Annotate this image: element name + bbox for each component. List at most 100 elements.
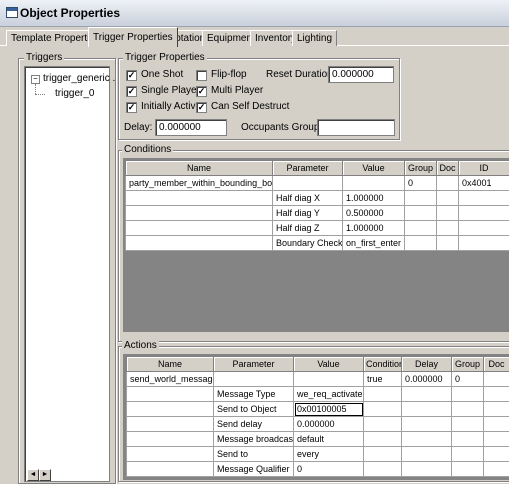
table-cell[interactable] (127, 447, 214, 462)
conditions-col-value[interactable]: Value (343, 161, 405, 176)
table-cell[interactable]: Half diag X (273, 191, 343, 206)
table-cell[interactable] (459, 236, 509, 251)
table-cell[interactable] (452, 432, 484, 447)
table-cell[interactable]: Message Type (214, 387, 294, 402)
tab-trigger-properties[interactable]: Trigger Properties (88, 27, 178, 47)
table-cell[interactable] (127, 417, 214, 432)
table-cell[interactable] (364, 417, 402, 432)
occupants-group-input[interactable] (317, 119, 395, 136)
conditions-col-group[interactable]: Group (405, 161, 437, 176)
table-cell[interactable]: Boundary Check (273, 236, 343, 251)
table-cell[interactable] (405, 191, 437, 206)
table-cell[interactable] (459, 221, 509, 236)
actions-col-condition[interactable]: Condition (364, 357, 402, 372)
table-cell[interactable] (484, 447, 509, 462)
table-cell[interactable] (437, 176, 459, 191)
table-cell[interactable] (127, 462, 214, 477)
table-cell[interactable] (127, 432, 214, 447)
table-cell[interactable] (437, 236, 459, 251)
table-cell[interactable]: 0.000000 (402, 372, 452, 387)
table-cell[interactable]: Half diag Z (273, 221, 343, 236)
table-cell[interactable]: Send to (214, 447, 294, 462)
table-cell[interactable]: send_world_message (127, 372, 214, 387)
can-self-destruct-checkbox[interactable]: ✓ (196, 102, 207, 113)
table-cell[interactable] (437, 191, 459, 206)
table-cell[interactable]: Send to Object (214, 402, 294, 417)
table-cell[interactable] (484, 387, 509, 402)
actions-col-value[interactable]: Value (294, 357, 364, 372)
table-row[interactable]: Half diag Y 0.500000 (126, 206, 509, 221)
table-cell[interactable] (484, 432, 509, 447)
table-cell[interactable] (214, 372, 294, 387)
conditions-col-parameter[interactable]: Parameter (273, 161, 343, 176)
table-cell[interactable]: 0.000000 (294, 417, 364, 432)
table-cell[interactable] (437, 221, 459, 236)
table-cell[interactable] (405, 221, 437, 236)
table-cell[interactable]: on_first_enter (343, 236, 405, 251)
table-cell[interactable]: we_req_activate (294, 387, 364, 402)
send-to-object-value-editor[interactable]: 0x00100005 (294, 402, 364, 417)
table-cell[interactable] (452, 387, 484, 402)
table-cell[interactable]: 1.000000 (343, 191, 405, 206)
table-row[interactable]: Half diag Z 1.000000 (126, 221, 509, 236)
table-cell[interactable] (127, 402, 214, 417)
table-cell[interactable] (364, 402, 402, 417)
actions-col-doc[interactable]: Doc (484, 357, 509, 372)
table-cell[interactable]: Half diag Y (273, 206, 343, 221)
table-cell[interactable] (402, 462, 452, 477)
table-cell[interactable]: party_member_within_bounding_box (126, 176, 273, 191)
table-cell[interactable] (484, 462, 509, 477)
table-row[interactable]: Send delay 0.000000 (127, 417, 509, 432)
conditions-col-id[interactable]: ID (459, 161, 509, 176)
table-cell[interactable] (126, 206, 273, 221)
table-cell[interactable]: 1.000000 (343, 221, 405, 236)
table-cell[interactable] (437, 206, 459, 221)
table-cell[interactable] (452, 462, 484, 477)
table-cell[interactable] (405, 206, 437, 221)
scroll-right-icon[interactable]: ► (39, 469, 51, 481)
table-cell[interactable]: true (364, 372, 402, 387)
tree-item-trigger-0[interactable]: trigger_0 (55, 88, 94, 99)
table-cell[interactable] (127, 387, 214, 402)
table-row[interactable]: Message Type we_req_activate (127, 387, 509, 402)
tab-lighting[interactable]: Lighting (292, 30, 337, 46)
triggers-tree[interactable]: − trigger_generic . trigger_0 ◄ ► (24, 66, 110, 482)
initially-active-checkbox[interactable]: ✓ (126, 102, 137, 113)
table-cell[interactable] (459, 191, 509, 206)
table-cell[interactable]: default (294, 432, 364, 447)
table-row[interactable]: send_world_message true 0.000000 0 (127, 372, 509, 387)
table-cell[interactable]: Send delay (214, 417, 294, 432)
table-cell[interactable]: Message broadcast (214, 432, 294, 447)
table-cell[interactable]: Message Qualifier (214, 462, 294, 477)
table-row[interactable]: Message Qualifier 0 (127, 462, 509, 477)
actions-col-name[interactable]: Name (127, 357, 214, 372)
table-cell[interactable] (402, 387, 452, 402)
scroll-left-icon[interactable]: ◄ (27, 469, 39, 481)
single-player-checkbox[interactable]: ✓ (126, 86, 137, 97)
table-cell[interactable]: 0x4001 (459, 176, 509, 191)
table-cell[interactable]: 0 (294, 462, 364, 477)
table-cell[interactable] (343, 176, 405, 191)
table-cell[interactable] (364, 462, 402, 477)
tree-item-trigger-generic[interactable]: trigger_generic . (43, 73, 115, 84)
table-cell[interactable]: 0 (405, 176, 437, 191)
table-cell[interactable] (364, 387, 402, 402)
table-cell[interactable] (364, 432, 402, 447)
actions-col-delay[interactable]: Delay (402, 357, 452, 372)
collapse-icon[interactable]: − (31, 75, 40, 84)
table-cell[interactable]: 0.500000 (343, 206, 405, 221)
table-cell[interactable] (126, 191, 273, 206)
table-cell[interactable] (452, 402, 484, 417)
table-row[interactable]: party_member_within_bounding_box 0 0x400… (126, 176, 509, 191)
table-row[interactable]: Send to every (127, 447, 509, 462)
table-cell[interactable] (452, 447, 484, 462)
table-cell[interactable] (484, 402, 509, 417)
table-cell[interactable] (405, 236, 437, 251)
table-row[interactable]: Send to Object 0x00100005 (127, 402, 509, 417)
table-cell[interactable] (402, 447, 452, 462)
table-cell[interactable] (402, 402, 452, 417)
reset-duration-input[interactable]: 0.000000 (328, 66, 394, 83)
flip-flop-checkbox[interactable] (196, 70, 207, 81)
table-cell[interactable] (126, 236, 273, 251)
delay-input[interactable]: 0.000000 (155, 119, 227, 136)
